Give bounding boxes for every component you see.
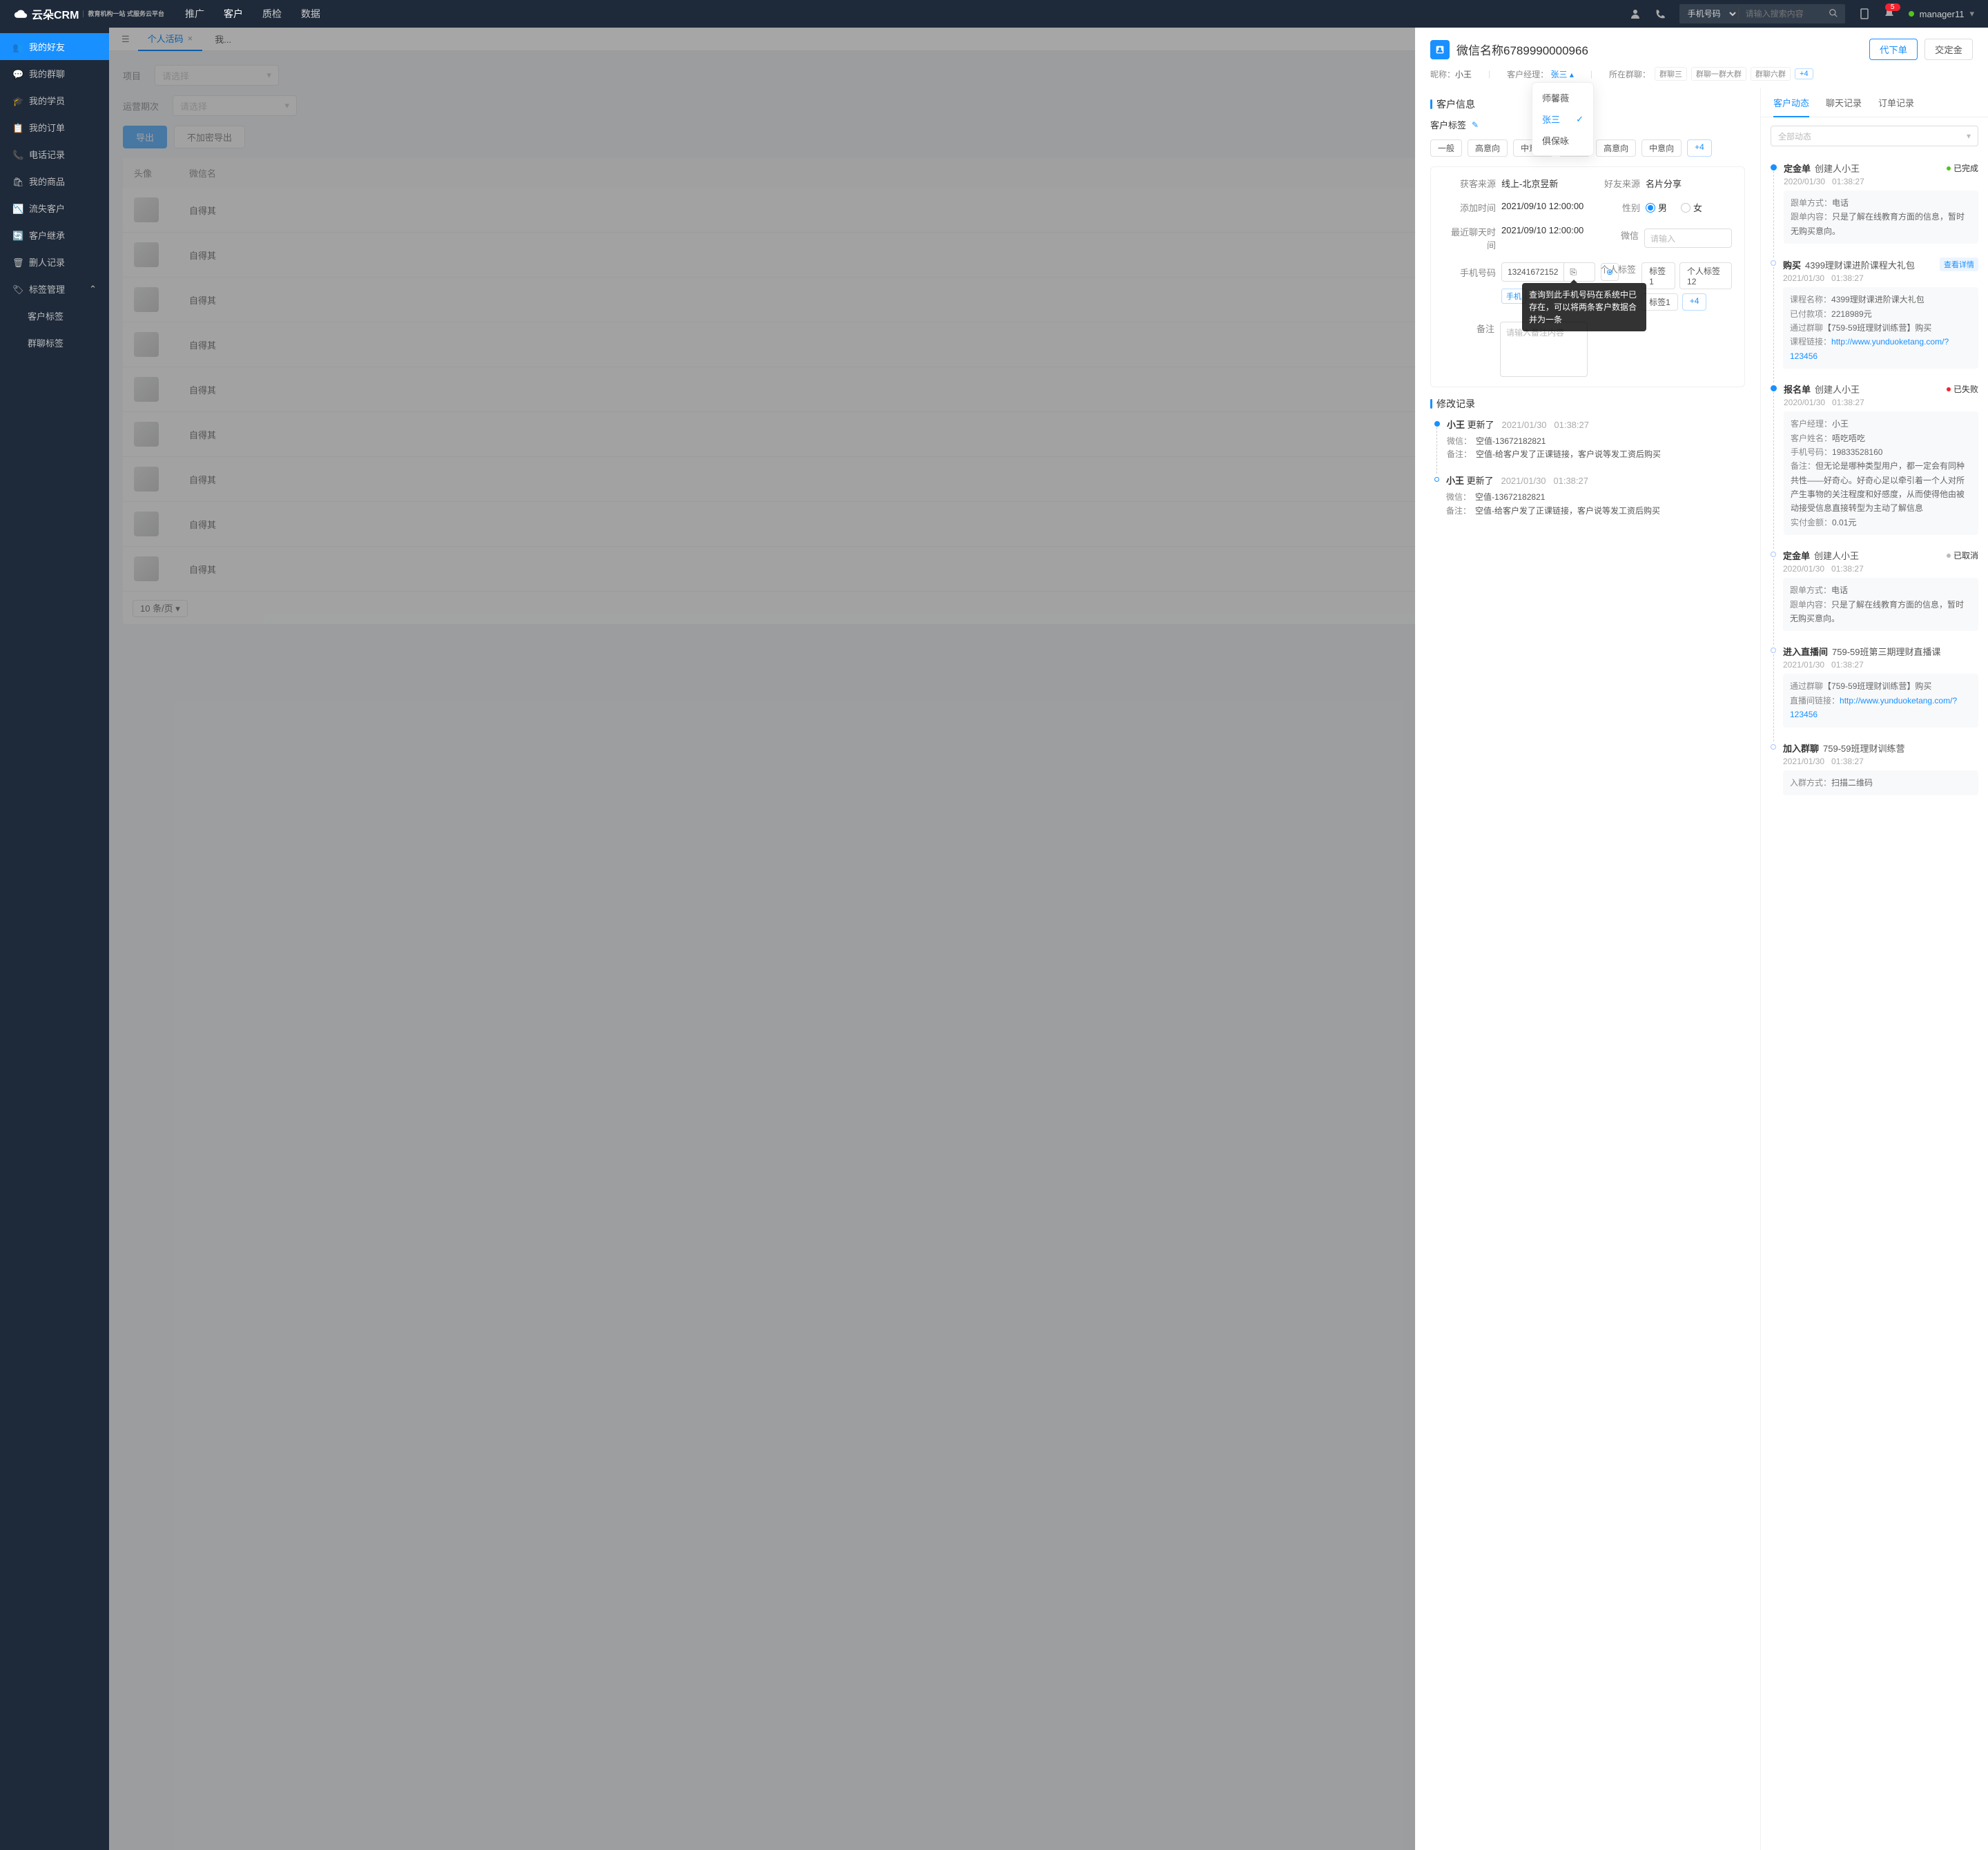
sidebar-item[interactable]: 🗑删人记录 [0,249,109,275]
wechat-input[interactable]: 请输入 [1644,228,1732,248]
lastchat-value: 2021/09/10 12:00:00 [1501,225,1588,235]
personal-tag: 标签1 [1641,293,1678,311]
top-nav: 推广 客户 质检 数据 [185,7,320,21]
sidebar-item[interactable]: 🛍我的商品 [0,168,109,195]
deposit-button[interactable]: 交定金 [1924,39,1973,60]
addtime-value: 2021/09/10 12:00:00 [1501,201,1588,211]
sidebar-subitem[interactable]: 客户标签 [0,302,109,329]
right-tab[interactable]: 客户动态 [1773,96,1809,117]
logo: 云朵CRM 教育机构一站 式服务云平台 [14,6,164,22]
groups-field: 所在群聊： 群聊三群聊一群大群群聊六群+4 [1609,67,1813,81]
customer-tag: 高意向 [1468,139,1508,157]
customer-tag: 中意向 [1641,139,1682,157]
history-item: 小王 更新了 2021/01/30 01:38:27微信：空值-13672182… [1434,474,1745,517]
history-item: 小王 更新了 2021/01/30 01:38:27微信：空值-13672182… [1434,418,1745,461]
group-tag: 群聊一群大群 [1691,67,1746,81]
sidebar-item[interactable]: 📉流失客户 [0,195,109,222]
gender-label: 性别 [1588,201,1640,214]
topnav-item[interactable]: 质检 [262,7,282,21]
addtime-label: 添加时间 [1443,201,1496,214]
nickname: 昵称：小王 [1430,68,1472,80]
mobile-icon[interactable] [1859,8,1870,19]
phone-label: 手机号码 [1443,266,1496,279]
activity-filter[interactable]: 全部动态▾ [1771,126,1978,146]
source-value: 线上-北京昱新 [1501,177,1588,190]
group-tag: 群聊三 [1655,67,1687,81]
gender-female[interactable]: 女 [1681,201,1702,214]
customer-drawer: 微信名称6789990000966 代下单 交定金 昵称：小王 | 客户经理： … [1415,28,1988,1850]
sidebar-item[interactable]: 🔄客户继承 [0,222,109,249]
search-input[interactable] [1739,9,1822,19]
proxy-order-button[interactable]: 代下单 [1869,39,1918,60]
activity-item: 加入群聊 759-59班理财训练营2021/01/30 01:38:27入群方式… [1771,734,1978,802]
sidebar-item[interactable]: 📋我的订单 [0,114,109,141]
search-type-select[interactable]: 手机号码 [1679,7,1739,21]
manager-option[interactable]: 张三 [1532,108,1593,130]
user-menu[interactable]: manager11 ▾ [1909,8,1974,19]
sidebar-subitem[interactable]: 群聊标签 [0,329,109,356]
remark-label: 备注 [1443,322,1494,335]
customer-tag-more[interactable]: +4 [1687,139,1712,157]
group-tag-more[interactable]: +4 [1795,68,1813,79]
activity-item: 定金单 创建人小王已完成2020/01/30 01:38:27跟单方式：电话跟单… [1771,155,1978,251]
manager-option[interactable]: 师馨薇 [1532,87,1593,108]
customer-avatar-icon [1430,40,1450,59]
personal-tag: 标签1 [1641,262,1675,289]
sidebar-item[interactable]: 🏷标签管理⌃ [0,275,109,302]
manager-field[interactable]: 客户经理： 张三 ▴ [1507,68,1574,80]
phone-add-icon[interactable]: ⊕ [1601,263,1619,281]
manager-dropdown: 师馨薇张三俱保咏 [1532,82,1594,156]
activity-item: 进入直播间 759-59班第三期理财直播课2021/01/30 01:38:27… [1771,638,1978,734]
sidebar-item[interactable]: 💬我的群聊 [0,60,109,87]
friend-source-label: 好友来源 [1588,177,1640,190]
topnav-item[interactable]: 数据 [301,7,320,21]
customer-tag: 一般 [1430,139,1462,157]
section-edit-history: 修改记录 [1430,397,1745,411]
gender-male[interactable]: 男 [1646,201,1667,214]
manager-option[interactable]: 俱保咏 [1532,130,1593,151]
lastchat-label: 最近聊天时间 [1443,225,1496,251]
customer-title: 微信名称6789990000966 [1456,41,1588,58]
topnav-item[interactable]: 客户 [224,7,243,21]
user-icon[interactable] [1630,8,1641,19]
topnav-item[interactable]: 推广 [185,7,204,21]
personal-tag: 个人标签12 [1679,262,1732,289]
source-label: 获客来源 [1443,177,1496,190]
sidebar: 👥我的好友💬我的群聊🎓我的学员📋我的订单📞电话记录🛍我的商品📉流失客户🔄客户继承… [0,28,109,1850]
right-tab[interactable]: 聊天记录 [1826,96,1862,117]
sidebar-item[interactable]: 📞电话记录 [0,141,109,168]
wechat-label: 微信 [1588,228,1639,242]
edit-tags-icon[interactable]: ✎ [1472,120,1479,130]
phone-icon[interactable] [1655,8,1666,19]
phone-lookup-icon[interactable]: ⎘ [1563,263,1595,281]
phone-input[interactable]: 13241672152 ⎘ [1501,262,1595,282]
customer-tag: 高意向 [1596,139,1636,157]
friend-source-value: 名片分享 [1646,177,1732,190]
phone-tooltip: 查询到此手机号码在系统中已存在，可以将两条客户数据合并为一条 [1522,283,1646,331]
activity-item: 购买 4399理财课进阶课程大礼包查看详情2021/01/30 01:38:27… [1771,251,1978,376]
customer-tags-label: 客户标签 [1430,118,1466,131]
personal-tag-more[interactable]: +4 [1682,293,1707,311]
notification-icon[interactable] [1884,8,1895,21]
sidebar-item[interactable]: 🎓我的学员 [0,87,109,114]
activity-item: 定金单 创建人小王已取消2020/01/30 01:38:27跟单方式：电话跟单… [1771,542,1978,638]
sidebar-item[interactable]: 👥我的好友 [0,33,109,60]
search-icon[interactable] [1822,8,1845,20]
view-detail-link[interactable]: 查看详情 [1940,257,1978,271]
search-box[interactable]: 手机号码 [1679,4,1845,23]
right-tab[interactable]: 订单记录 [1878,96,1914,117]
group-tag: 群聊六群 [1751,67,1791,81]
activity-item: 报名单 创建人小王已失败2020/01/30 01:38:27客户经理：小王客户… [1771,376,1978,542]
